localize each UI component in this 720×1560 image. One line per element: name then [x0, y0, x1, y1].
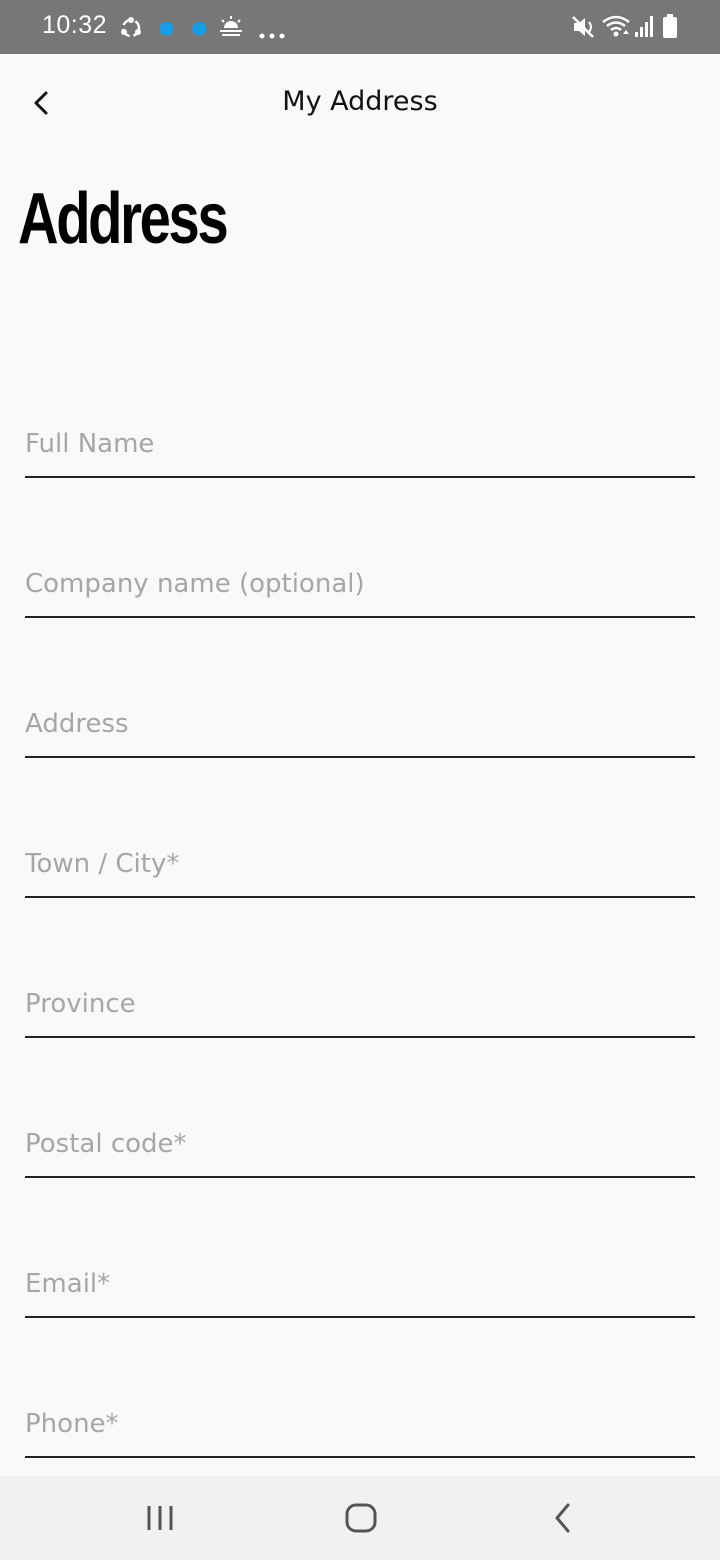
notification-dot-icon: [158, 21, 174, 41]
email-input[interactable]: [25, 1262, 695, 1306]
full-name-field-container: [25, 418, 695, 478]
recents-button[interactable]: [143, 1498, 177, 1542]
company-name-field-container: [25, 558, 695, 618]
status-bar: 10:32: [0, 0, 720, 54]
address-field-container: [25, 698, 695, 758]
notification-dot-icon: [191, 21, 207, 41]
mute-icon: [571, 14, 597, 44]
phone-input[interactable]: [25, 1402, 695, 1446]
company-name-input[interactable]: [25, 562, 695, 606]
back-icon: [548, 1503, 578, 1542]
home-icon: [342, 1503, 380, 1542]
postal-code-field-container: [25, 1118, 695, 1178]
wifi-icon: [601, 14, 631, 42]
app-bar-title: My Address: [282, 86, 438, 117]
sync-icon: [118, 15, 144, 45]
province-input[interactable]: [25, 982, 695, 1026]
email-field-container: [25, 1258, 695, 1318]
status-time: 10:32: [42, 11, 108, 39]
app-bar: My Address: [0, 54, 720, 154]
province-field-container: [25, 978, 695, 1038]
home-button[interactable]: [342, 1498, 380, 1542]
full-name-input[interactable]: [25, 422, 695, 466]
system-nav-bar: [0, 1476, 720, 1560]
signal-icon: [634, 14, 656, 42]
system-back-button[interactable]: [548, 1498, 578, 1542]
page-heading: Address: [18, 179, 229, 259]
weather-icon: [218, 14, 244, 42]
battery-icon: [662, 13, 678, 43]
town-city-input[interactable]: [25, 842, 695, 886]
more-dots-icon: [259, 24, 285, 43]
address-input[interactable]: [25, 702, 695, 746]
postal-code-input[interactable]: [25, 1122, 695, 1166]
recents-icon: [143, 1506, 177, 1542]
phone-field-container: [25, 1398, 695, 1458]
town-city-field-container: [25, 838, 695, 898]
